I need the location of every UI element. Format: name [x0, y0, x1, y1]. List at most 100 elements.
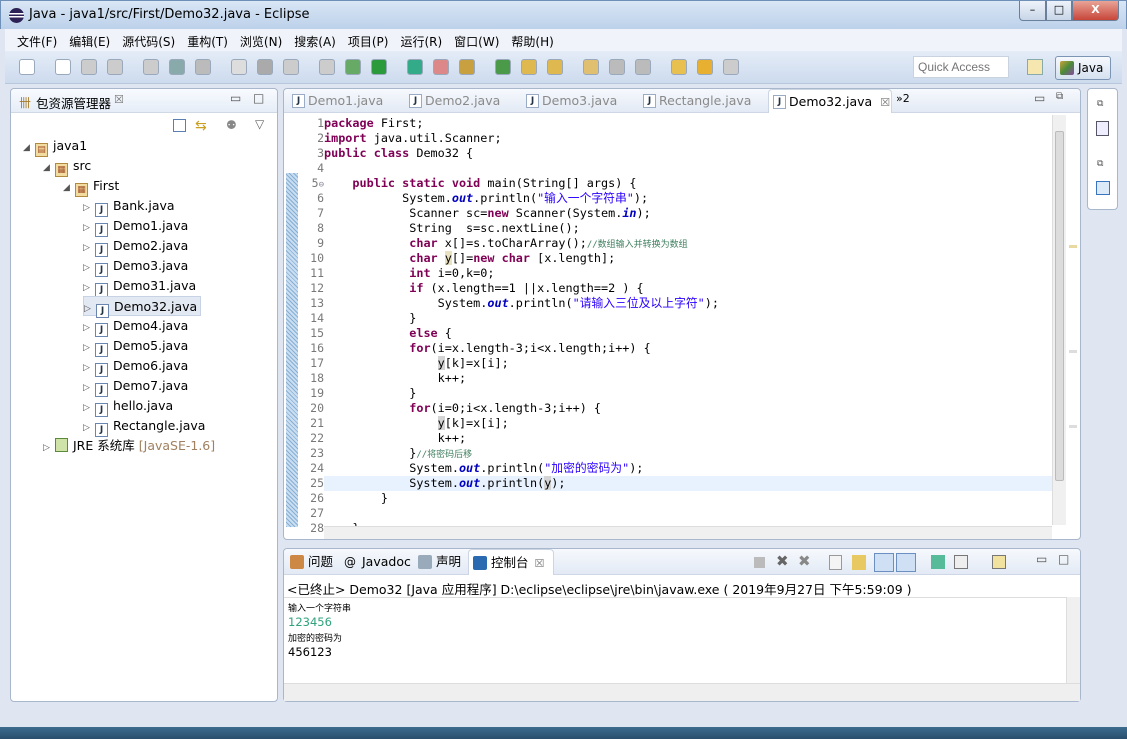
code-line[interactable]: char x[]=s.toCharArray();//数组输入并转换为数组 [324, 236, 1054, 251]
close-button[interactable]: X [1072, 1, 1119, 21]
menu-6[interactable]: 项目(P) [342, 29, 395, 51]
code-line[interactable]: } [324, 311, 1054, 326]
editor-horizontal-scrollbar[interactable] [324, 526, 1052, 539]
code-line[interactable]: for(i=0;i<x.length-3;i++) { [324, 401, 1054, 416]
menu-2[interactable]: 源代码(S) [116, 29, 181, 51]
console-vertical-scrollbar[interactable] [1066, 597, 1080, 683]
code-line[interactable]: else { [324, 326, 1054, 341]
code-line[interactable] [324, 506, 1054, 521]
menu-1[interactable]: 编辑(E) [63, 29, 116, 51]
code-line[interactable]: public class Demo32 { [324, 146, 1054, 161]
code-line[interactable]: Scanner sc=new Scanner(System.in); [324, 206, 1054, 221]
tree-item-first[interactable]: ◢ ▦ First [63, 176, 122, 198]
tab-declaration[interactable]: 声明 [414, 549, 468, 575]
outline-icon[interactable] [1096, 181, 1110, 195]
scrollbar-thumb[interactable] [1055, 131, 1064, 481]
expanded-arrow-icon[interactable]: ◢ [63, 178, 75, 198]
open-console-icon[interactable] [992, 555, 1006, 569]
previous-edit-icon[interactable] [635, 59, 651, 75]
code-line[interactable]: k++; [324, 371, 1054, 386]
console-horizontal-scrollbar[interactable] [284, 683, 1080, 701]
collapsed-arrow-icon[interactable]: ▷ [83, 358, 95, 378]
collapse-all-icon[interactable] [173, 119, 186, 132]
toggle-breakpoint-icon[interactable] [169, 59, 185, 75]
focus-icon[interactable]: ⚉ [226, 118, 237, 132]
expanded-arrow-icon[interactable]: ◢ [43, 158, 55, 178]
restore-icon[interactable]: ⧉ [1097, 99, 1103, 109]
last-edit-location-icon[interactable] [671, 59, 687, 75]
tree-item-demo31-java[interactable]: ▷ J Demo31.java [83, 276, 199, 297]
tab-demo3[interactable]: J Demo3.java [522, 89, 632, 113]
show-whitespace-icon[interactable] [319, 59, 335, 75]
show-on-output-icon[interactable] [896, 553, 916, 572]
save-all-icon[interactable] [107, 59, 123, 75]
scroll-lock-icon[interactable] [852, 555, 866, 570]
tree-item-demo7-java[interactable]: ▷ J Demo7.java [83, 376, 191, 397]
code-line[interactable]: System.out.println(y); [324, 476, 1054, 491]
open-type-icon[interactable] [521, 59, 537, 75]
java-perspective-button[interactable]: Java [1055, 56, 1111, 80]
editor-maximize-icon[interactable]: ⧉ [1056, 91, 1063, 102]
terminate-icon[interactable] [754, 557, 765, 568]
console-minimize-icon[interactable]: ▭ [1036, 552, 1047, 566]
new-class-wizard-icon[interactable] [495, 59, 511, 75]
back-icon[interactable] [697, 59, 713, 75]
debug-icon[interactable] [345, 59, 361, 75]
code-line[interactable]: if (x.length==1 ||x.length==2 ) { [324, 281, 1054, 296]
minimize-view-icon[interactable]: ▭ [230, 91, 241, 105]
code-line[interactable]: int i=0,k=0; [324, 266, 1054, 281]
tab-at[interactable]: @ Javadoc [340, 549, 414, 575]
collapsed-arrow-icon[interactable]: ▷ [83, 338, 95, 358]
tab-close-icon[interactable]: ☒ [880, 96, 890, 109]
tree-item-java1[interactable]: ◢ ▤ java1 [23, 136, 90, 158]
open-perspective-button[interactable] [1027, 59, 1043, 75]
code-line[interactable]: y[k]=x[i]; [324, 416, 1054, 431]
task-list-icon[interactable] [1096, 121, 1109, 136]
print-icon[interactable] [143, 59, 159, 75]
code-line[interactable]: }//将密码后移 [324, 446, 1054, 461]
tree-item-demo2-java[interactable]: ▷ J Demo2.java [83, 236, 191, 258]
restore-icon[interactable]: ⧉ [1097, 159, 1103, 169]
new-class-icon[interactable] [55, 59, 71, 75]
code-line[interactable] [324, 161, 1054, 176]
expanded-arrow-icon[interactable]: ◢ [23, 138, 35, 158]
pin-console-icon[interactable] [931, 555, 945, 569]
menu-5[interactable]: 搜索(A) [288, 29, 342, 51]
code-line[interactable]: System.out.println("加密的密码为"); [324, 461, 1054, 476]
block-icon[interactable] [283, 59, 299, 75]
remove-all-icon[interactable]: ✖ [798, 552, 811, 570]
edit-icon[interactable] [231, 59, 247, 75]
code-line[interactable]: y[k]=x[i]; [324, 356, 1054, 371]
code-line[interactable]: String s=sc.nextLine(); [324, 221, 1054, 236]
console-output[interactable]: 输入一个字符串 123456 加密的密码为 456123 [284, 597, 1066, 683]
mark-icon[interactable] [257, 59, 273, 75]
code-line[interactable]: for(i=x.length-3;i<x.length;i++) { [324, 341, 1054, 356]
remove-launch-icon[interactable]: ✖ [776, 552, 789, 570]
tab-rectangle[interactable]: J Rectangle.java [639, 89, 751, 113]
open-task-icon[interactable] [547, 59, 563, 75]
editor-minimize-icon[interactable]: ▭ [1034, 91, 1045, 105]
tree-item-bank-java[interactable]: ▷ J Bank.java [83, 196, 178, 217]
external-tools-icon[interactable] [407, 59, 423, 75]
collapsed-arrow-icon[interactable]: ▷ [83, 218, 95, 238]
code-line[interactable]: } [324, 491, 1054, 506]
tree-item-demo5-java[interactable]: ▷ J Demo5.java [83, 336, 191, 358]
console-maximize-icon[interactable]: □ [1058, 552, 1069, 566]
menu-9[interactable]: 帮助(H) [505, 29, 559, 51]
code-line[interactable]: import java.util.Scanner; [324, 131, 1054, 146]
more-tabs-button[interactable]: »2 [896, 92, 910, 105]
word-wrap-icon[interactable] [874, 553, 894, 572]
tree-item-rectangle-java[interactable]: ▷ J Rectangle.java [83, 416, 208, 437]
minimize-button[interactable]: – [1019, 1, 1046, 21]
tree-item-jre[interactable]: ▷ JRE 系统库 [JavaSE-1.6] [43, 436, 215, 456]
menu-3[interactable]: 重构(T) [181, 29, 234, 51]
clear-console-icon[interactable] [829, 555, 842, 570]
collapsed-arrow-icon[interactable]: ▷ [83, 398, 95, 418]
collapsed-arrow-icon[interactable]: ▷ [83, 318, 95, 338]
tree-item-demo1-java[interactable]: ▷ J Demo1.java [83, 216, 191, 238]
code-line[interactable]: } [324, 386, 1054, 401]
tree-item-demo3-java[interactable]: ▷ J Demo3.java [83, 256, 191, 277]
collapsed-arrow-icon[interactable]: ▷ [83, 238, 95, 258]
code-line[interactable]: k++; [324, 431, 1054, 446]
code-line[interactable]: package First; [324, 116, 1054, 131]
